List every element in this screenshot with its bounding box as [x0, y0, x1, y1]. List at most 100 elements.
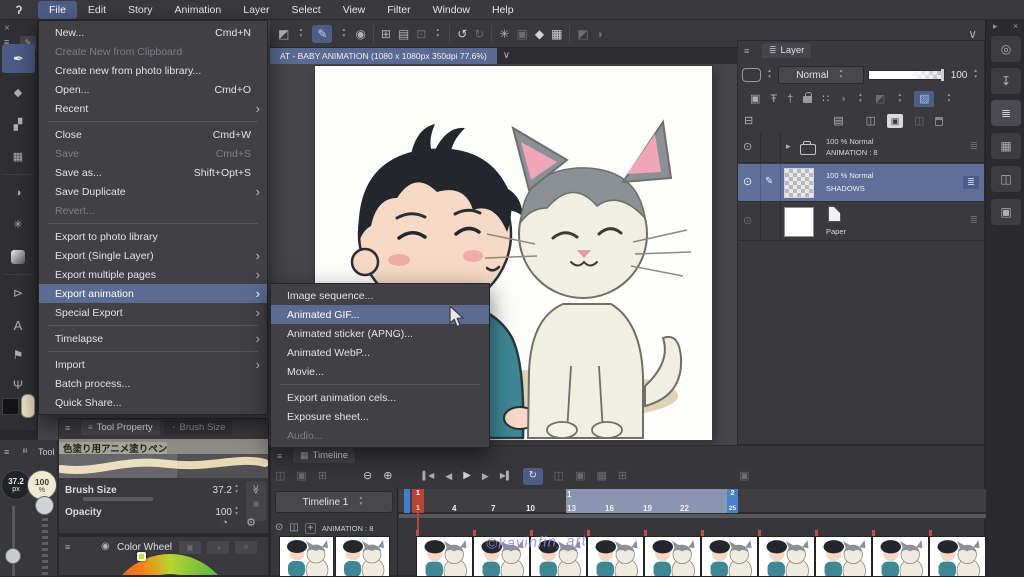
submenu-item-exposure-sheet[interactable]: Exposure sheet...: [271, 407, 489, 426]
new-timeline-icon[interactable]: [275, 471, 285, 482]
main-color-swatch[interactable]: [2, 398, 19, 415]
paper-thumbnail[interactable]: [784, 207, 814, 237]
new-document-icon[interactable]: [381, 28, 391, 40]
blend-mode-select[interactable]: Normal: [778, 66, 864, 84]
menu-item-recent[interactable]: Recent: [39, 99, 267, 118]
submenu-item-movie[interactable]: Movie...: [271, 362, 489, 381]
menu-item-save-duplicate[interactable]: Save Duplicate: [39, 182, 267, 201]
deselect-icon[interactable]: [499, 28, 509, 40]
layer-visible-icon[interactable]: [743, 216, 752, 227]
palette-color-button[interactable]: [742, 68, 761, 82]
menu-item-export-animation[interactable]: Export animation: [39, 284, 267, 303]
flip-canvas-icon[interactable]: [278, 28, 289, 40]
split-palette-icon[interactable]: [744, 116, 753, 127]
menubar-item-layer[interactable]: Layer: [232, 1, 280, 19]
color-mode-button-2[interactable]: [207, 541, 229, 554]
opacity-slider-knob[interactable]: [35, 496, 54, 515]
operation-tool-button[interactable]: [312, 25, 332, 43]
snap-1-icon[interactable]: [577, 28, 588, 40]
tone-icon[interactable]: [770, 94, 777, 105]
timeline-selector[interactable]: Timeline 1: [275, 491, 393, 513]
keyframe-icon[interactable]: [739, 471, 749, 482]
submenu-item-export-animation-cels[interactable]: Export animation cels...: [271, 388, 489, 407]
reference-layer-icon[interactable]: [787, 94, 793, 105]
snap-2-icon[interactable]: [596, 28, 603, 40]
menubar-item-select[interactable]: Select: [281, 1, 332, 19]
brush-size-stepper[interactable]: [232, 484, 241, 496]
menu-item-open[interactable]: Open...Cmd+O: [39, 80, 267, 99]
go-to-start-icon[interactable]: [422, 472, 434, 480]
playback-end-marker[interactable]: 2 25: [727, 489, 738, 513]
menu-item-close[interactable]: CloseCmd+W: [39, 125, 267, 144]
dock-animation-button[interactable]: [991, 133, 1021, 159]
new-cel-icon[interactable]: [318, 471, 327, 482]
cel-thumbnail[interactable]: [929, 536, 986, 577]
menu-item-new[interactable]: New...Cmd+N: [39, 23, 267, 42]
menubar-item-help[interactable]: Help: [481, 1, 525, 19]
go-to-end-icon[interactable]: [500, 472, 512, 480]
layer-opacity-stepper[interactable]: [971, 69, 980, 81]
rotate-stepper[interactable]: [296, 28, 305, 40]
brush-name-bar[interactable]: 色塗り用アニメ塗りペン: [59, 439, 268, 454]
lock-layer-icon[interactable]: [803, 96, 812, 103]
lock-transparent-icon[interactable]: [822, 94, 829, 105]
dock-download-button[interactable]: [991, 68, 1021, 94]
menu-item-quick-share[interactable]: Quick Share...: [39, 393, 267, 412]
layer-mask-chip[interactable]: [887, 114, 903, 128]
menu-item-special-export[interactable]: Special Export: [39, 303, 267, 322]
cel-thumbnail[interactable]: [416, 536, 473, 577]
expand-dock-icon[interactable]: [993, 22, 998, 31]
timeline-tab[interactable]: Timeline: [293, 448, 355, 463]
onion-skin-icon[interactable]: [554, 471, 564, 482]
effect-2-icon[interactable]: [875, 94, 885, 105]
menubar-item-filter[interactable]: Filter: [376, 1, 421, 19]
menubar-item-animation[interactable]: Animation: [164, 1, 233, 19]
brush-size-slider[interactable]: [12, 506, 15, 576]
tool-correct-line[interactable]: [2, 212, 34, 238]
view-icon[interactable]: [355, 28, 365, 40]
advanced-settings-icon[interactable]: [246, 518, 256, 529]
play-icon[interactable]: [463, 471, 471, 481]
tool-property-menu-icon[interactable]: [65, 424, 70, 433]
menu-item-batch-process[interactable]: Batch process...: [39, 374, 267, 393]
clip-at-layer-icon[interactable]: [750, 94, 760, 105]
layer-thumbnail[interactable]: [784, 168, 814, 198]
cel-thumbnail[interactable]: [701, 536, 758, 577]
next-frame-icon[interactable]: [482, 472, 489, 481]
cel-thumbnail[interactable]: [872, 536, 929, 577]
brush-size-slider-knob[interactable]: [5, 548, 21, 564]
save-stepper[interactable]: [433, 28, 442, 40]
tool-airbrush[interactable]: [2, 112, 34, 138]
toolbar-overflow-icon[interactable]: [968, 28, 977, 40]
brush-stroke-preview[interactable]: [59, 454, 268, 478]
cel-thumbnail[interactable]: [815, 536, 872, 577]
layer-row-animation[interactable]: 100 % Normal ANIMATION : 8: [738, 133, 984, 163]
layer-row-shadows[interactable]: 100 % Normal SHADOWS: [738, 164, 984, 202]
tool-blend[interactable]: [2, 180, 34, 206]
draw-target-stepper[interactable]: [944, 93, 953, 105]
color-mode-button-3[interactable]: [235, 541, 257, 554]
show-all-settings-icon[interactable]: [251, 485, 260, 494]
layer-visible-icon[interactable]: [743, 177, 752, 188]
menu-item-import[interactable]: Import: [39, 355, 267, 374]
reset-settings-icon[interactable]: [221, 518, 228, 529]
effect-1-icon[interactable]: [839, 94, 846, 105]
effect-1-stepper[interactable]: [856, 93, 865, 105]
layer-row-paper[interactable]: Paper: [738, 203, 984, 241]
new-folder-icon[interactable]: [833, 116, 843, 127]
menu-item-save-as[interactable]: Save as...Shift+Opt+S: [39, 163, 267, 182]
cel-thumbnail[interactable]: [644, 536, 701, 577]
layer-panel-tab[interactable]: Layer: [762, 43, 811, 58]
cel-thumbnail[interactable]: [587, 536, 644, 577]
open-file-icon[interactable]: [398, 28, 409, 40]
add-cel-icon[interactable]: [305, 523, 316, 534]
cel-thumbnail[interactable]: [279, 536, 334, 577]
folder-expander-icon[interactable]: [786, 142, 791, 151]
menubar-item-story[interactable]: Story: [117, 1, 164, 19]
tool-figure[interactable]: [2, 342, 34, 368]
combine-layer-icon[interactable]: [866, 116, 876, 127]
dock-navigator-button[interactable]: [991, 199, 1021, 225]
sub-color-swatch[interactable]: [21, 394, 35, 418]
close-panel-icon[interactable]: [4, 24, 10, 34]
mini-panel-menu-icon[interactable]: [4, 448, 9, 457]
